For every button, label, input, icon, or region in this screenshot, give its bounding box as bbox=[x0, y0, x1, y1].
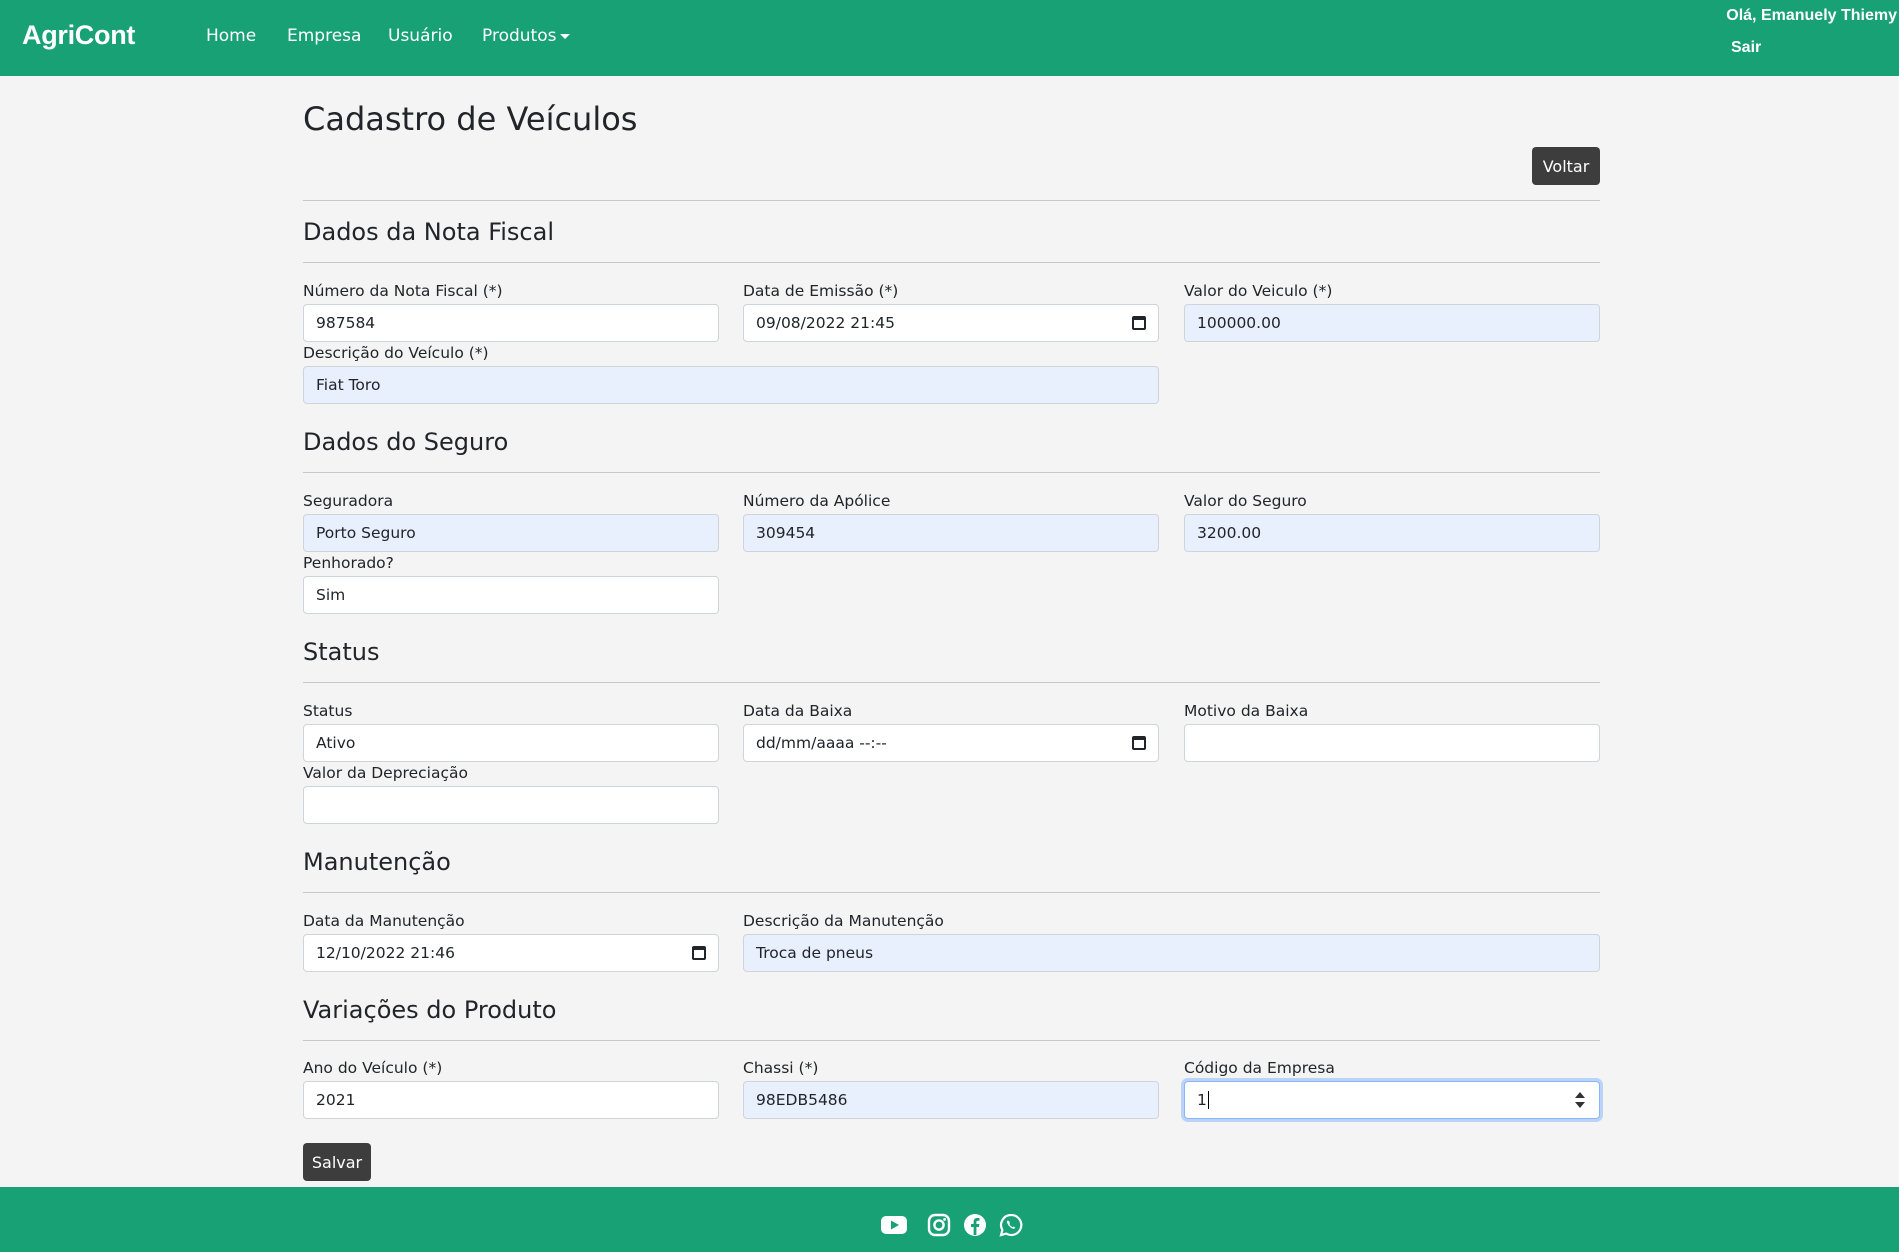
data-manutencao-value: 12/10/2022 21:46 bbox=[316, 944, 455, 962]
youtube-icon[interactable] bbox=[881, 1213, 907, 1237]
valor-veiculo-input[interactable]: 100000.00 bbox=[1184, 304, 1600, 342]
valor-seguro-input[interactable]: 3200.00 bbox=[1184, 514, 1600, 552]
text-cursor bbox=[1207, 1091, 1209, 1109]
chassi-label: Chassi (*) bbox=[743, 1059, 819, 1077]
section-title-variacoes: Variações do Produto bbox=[303, 996, 557, 1024]
data-baixa-label: Data da Baixa bbox=[743, 702, 853, 720]
status-label: Status bbox=[303, 702, 353, 720]
penhorado-input[interactable]: Sim bbox=[303, 576, 719, 614]
descricao-manutencao-input[interactable]: Troca de pneus bbox=[743, 934, 1600, 972]
chassi-input[interactable]: 98EDB5486 bbox=[743, 1081, 1159, 1119]
descricao-manutencao-label: Descrição da Manutenção bbox=[743, 912, 944, 930]
descricao-veiculo-input[interactable]: Fiat Toro bbox=[303, 366, 1159, 404]
nav-produtos-dropdown[interactable]: Produtos bbox=[482, 26, 556, 46]
status-input[interactable]: Ativo bbox=[303, 724, 719, 762]
divider bbox=[303, 262, 1600, 263]
penhorado-label: Penhorado? bbox=[303, 554, 394, 572]
depreciacao-label: Valor da Depreciação bbox=[303, 764, 468, 782]
seguradora-input[interactable]: Porto Seguro bbox=[303, 514, 719, 552]
motivo-baixa-label: Motivo da Baixa bbox=[1184, 702, 1309, 720]
data-emissao-label: Data de Emissão (*) bbox=[743, 282, 899, 300]
chassi-value: 98EDB5486 bbox=[756, 1091, 848, 1109]
stepper-up-icon[interactable] bbox=[1575, 1092, 1585, 1098]
numero-nota-value: 987584 bbox=[316, 314, 376, 332]
calendar-icon[interactable] bbox=[692, 946, 706, 960]
facebook-icon[interactable] bbox=[962, 1213, 988, 1237]
codigo-empresa-input[interactable]: 1 bbox=[1184, 1081, 1600, 1119]
numero-nota-label: Número da Nota Fiscal (*) bbox=[303, 282, 503, 300]
depreciacao-input[interactable] bbox=[303, 786, 719, 824]
divider bbox=[303, 892, 1600, 893]
user-greeting: Olá, Emanuely Thiemy bbox=[1726, 7, 1897, 24]
stepper-down-icon[interactable] bbox=[1575, 1102, 1585, 1108]
apolice-label: Número da Apólice bbox=[743, 492, 891, 510]
ano-veiculo-value: 2021 bbox=[316, 1091, 356, 1109]
valor-veiculo-label: Valor do Veiculo (*) bbox=[1184, 282, 1333, 300]
save-button[interactable]: Salvar bbox=[303, 1143, 371, 1181]
descricao-veiculo-label: Descrição do Veículo (*) bbox=[303, 344, 489, 362]
divider bbox=[303, 1040, 1600, 1041]
data-emissao-value: 09/08/2022 21:45 bbox=[756, 314, 895, 332]
ano-veiculo-input[interactable]: 2021 bbox=[303, 1081, 719, 1119]
calendar-icon[interactable] bbox=[1132, 736, 1146, 750]
descricao-veiculo-value: Fiat Toro bbox=[316, 376, 381, 394]
logout-link[interactable]: Sair bbox=[1731, 39, 1761, 57]
section-title-seguro: Dados do Seguro bbox=[303, 428, 509, 456]
instagram-icon[interactable] bbox=[926, 1213, 952, 1237]
footer bbox=[0, 1187, 1899, 1252]
nav-home[interactable]: Home bbox=[206, 26, 256, 46]
page-title: Cadastro de Veículos bbox=[303, 100, 638, 138]
data-manutencao-input[interactable]: 12/10/2022 21:46 bbox=[303, 934, 719, 972]
top-navbar: AgriCont Home Empresa Usuário Produtos O… bbox=[0, 0, 1899, 76]
codigo-empresa-label: Código da Empresa bbox=[1184, 1059, 1335, 1077]
valor-seguro-value: 3200.00 bbox=[1197, 524, 1262, 542]
ano-veiculo-label: Ano do Veículo (*) bbox=[303, 1059, 443, 1077]
nav-usuario[interactable]: Usuário bbox=[388, 26, 453, 46]
status-value: Ativo bbox=[316, 734, 356, 752]
numero-nota-input[interactable]: 987584 bbox=[303, 304, 719, 342]
data-baixa-input[interactable]: dd/mm/aaaa --:-- bbox=[743, 724, 1159, 762]
whatsapp-icon[interactable] bbox=[998, 1213, 1024, 1237]
apolice-input[interactable]: 309454 bbox=[743, 514, 1159, 552]
valor-veiculo-value: 100000.00 bbox=[1197, 314, 1281, 332]
seguradora-value: Porto Seguro bbox=[316, 524, 416, 542]
brand-logo[interactable]: AgriCont bbox=[22, 20, 135, 51]
descricao-manutencao-value: Troca de pneus bbox=[756, 944, 874, 962]
apolice-value: 309454 bbox=[756, 524, 816, 542]
number-stepper[interactable] bbox=[1575, 1090, 1585, 1110]
nav-empresa[interactable]: Empresa bbox=[287, 26, 361, 46]
motivo-baixa-input[interactable] bbox=[1184, 724, 1600, 762]
codigo-empresa-value: 1 bbox=[1197, 1091, 1207, 1109]
chevron-down-icon[interactable] bbox=[560, 34, 570, 39]
back-button[interactable]: Voltar bbox=[1532, 147, 1600, 185]
divider bbox=[303, 682, 1600, 683]
seguradora-label: Seguradora bbox=[303, 492, 394, 510]
divider bbox=[303, 200, 1600, 201]
divider bbox=[303, 472, 1600, 473]
section-title-status: Status bbox=[303, 638, 380, 666]
calendar-icon[interactable] bbox=[1132, 316, 1146, 330]
valor-seguro-label: Valor do Seguro bbox=[1184, 492, 1307, 510]
section-title-nota-fiscal: Dados da Nota Fiscal bbox=[303, 218, 554, 246]
data-manutencao-label: Data da Manutenção bbox=[303, 912, 465, 930]
penhorado-value: Sim bbox=[316, 586, 346, 604]
section-title-manutencao: Manutenção bbox=[303, 848, 451, 876]
data-baixa-value: dd/mm/aaaa --:-- bbox=[756, 734, 887, 752]
data-emissao-input[interactable]: 09/08/2022 21:45 bbox=[743, 304, 1159, 342]
